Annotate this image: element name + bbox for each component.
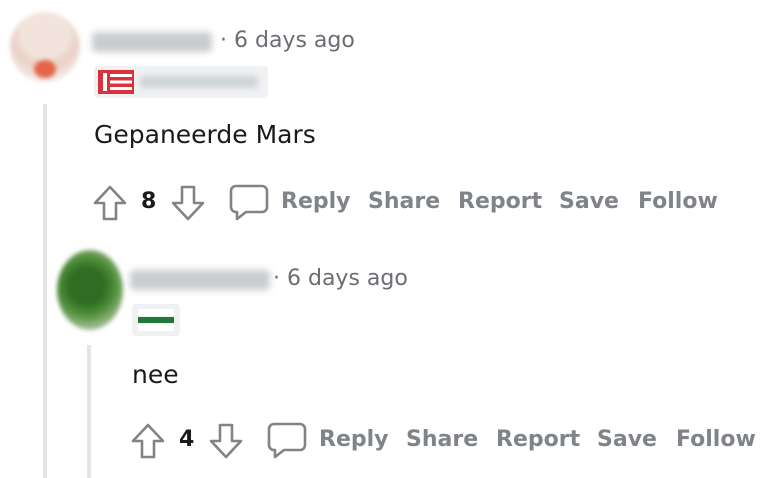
user-flair <box>94 66 268 98</box>
avatar[interactable] <box>57 250 123 330</box>
save-button[interactable]: Save <box>597 427 657 452</box>
report-button[interactable]: Report <box>496 427 580 452</box>
avatar[interactable] <box>10 12 80 82</box>
share-button[interactable]: Share <box>368 189 440 214</box>
vote-score: 8 <box>141 189 157 214</box>
timestamp: · 6 days ago <box>220 28 355 53</box>
reply-icon[interactable] <box>228 183 270 223</box>
upvote-icon[interactable] <box>92 184 128 222</box>
reply-button[interactable]: Reply <box>319 427 389 452</box>
reply-button[interactable]: Reply <box>281 189 351 214</box>
flair-flag-icon <box>98 70 134 94</box>
thread-line-root[interactable] <box>43 104 47 478</box>
follow-button[interactable]: Follow <box>676 427 756 452</box>
timestamp: · 6 days ago <box>273 266 408 291</box>
follow-button[interactable]: Follow <box>638 189 718 214</box>
vote-score: 4 <box>179 427 195 452</box>
share-button[interactable]: Share <box>406 427 478 452</box>
user-flair <box>132 304 180 336</box>
save-button[interactable]: Save <box>559 189 619 214</box>
downvote-icon[interactable] <box>170 184 206 222</box>
downvote-icon[interactable] <box>208 422 244 460</box>
comment-body: nee <box>132 360 179 389</box>
comment-body: Gepaneerde Mars <box>94 120 316 149</box>
reply-icon[interactable] <box>266 421 308 461</box>
flair-flag-icon <box>138 309 174 331</box>
report-button[interactable]: Report <box>458 189 542 214</box>
thread-line-reply[interactable] <box>87 345 91 478</box>
username[interactable] <box>92 32 212 52</box>
username[interactable] <box>130 270 270 290</box>
upvote-icon[interactable] <box>130 422 166 460</box>
